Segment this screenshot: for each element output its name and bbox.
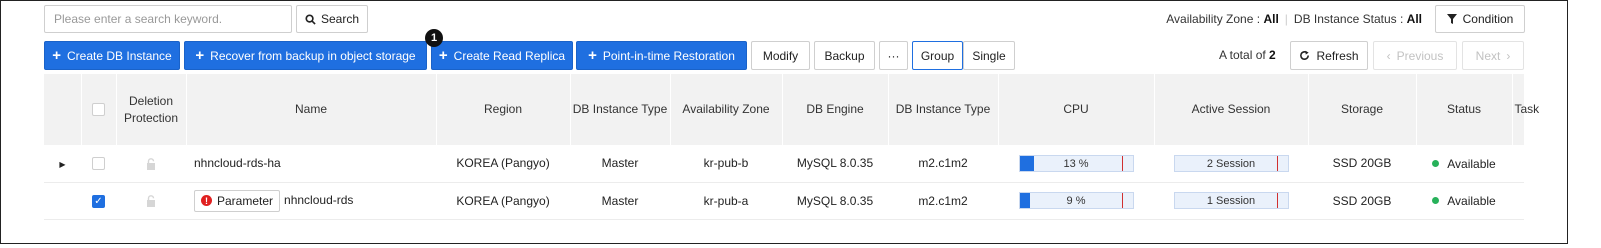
column-header-instance-type[interactable]: DB Instance Type [570,74,671,145]
plus-icon: + [588,47,597,64]
column-header-availability-zone[interactable]: Availability Zone [670,74,783,145]
modify-button[interactable]: Modify [751,41,810,70]
lock-icon [147,195,155,208]
parameter-warning-button[interactable]: ! Parameter [194,189,281,212]
region-cell: KOREA (Pangyo) [436,145,570,183]
callout-badge: 1 [425,29,443,47]
availability-zone-cell: kr-pub-a [670,182,782,220]
status-dot-icon [1432,197,1440,205]
column-header-name[interactable]: Name [186,74,437,145]
availability-zone-cell: kr-pub-b [670,145,782,183]
session-usage-bar: 2 Session [1173,154,1289,172]
column-header-task[interactable]: Task [1512,74,1539,145]
condition-button[interactable]: Condition [1435,5,1525,33]
cpu-usage-label: 13 % [1063,157,1089,170]
db-instance-panel: Please enter a search keyword. Search Av… [0,0,1568,244]
filter-icon [1446,14,1457,24]
region-cell: KOREA (Pangyo) [436,182,570,220]
refresh-button[interactable]: Refresh [1290,41,1368,70]
expand-toggle[interactable]: ▶ [44,145,81,183]
backup-button[interactable]: Backup [814,41,875,70]
search-button-label: Search [320,12,360,26]
filter-summary: Availability Zone : All | DB Instance Stat… [1166,12,1422,26]
group-view-toggle[interactable]: Group [912,41,963,70]
caret-right-icon: ▶ [59,160,66,170]
storage-cell: SSD 20GB [1308,145,1416,183]
row-checkbox[interactable] [92,157,105,171]
table-row[interactable]: ✓ ! Parameter nhncloud-rds KOREA (Pangyo) … [44,182,1524,220]
search-input[interactable]: Please enter a search keyword. [44,5,292,33]
condition-button-label: Condition [1462,12,1514,26]
session-usage-label: 1 Session [1206,195,1256,207]
storage-cell: SSD 20GB [1308,182,1416,220]
search-icon [305,13,316,25]
next-page-button[interactable]: Next › [1462,41,1524,70]
flavor-cell: m2.c1m2 [888,182,998,220]
availability-zone-filter[interactable]: Availability Zone : All [1166,12,1279,26]
status-cell: Available [1416,145,1512,183]
total-count: A total of 2 [1219,48,1276,62]
task-cell [1512,182,1524,220]
instance-type-cell: Master [570,145,670,183]
select-all-cell [81,74,117,145]
flavor-cell: m2.c1m2 [888,145,998,183]
status-filter[interactable]: DB Instance Status : All [1294,12,1422,26]
refresh-icon [1300,50,1310,60]
lock-icon [147,158,155,171]
point-in-time-restoration-button[interactable]: + Point-in-time Restoration [576,41,747,70]
row-checkbox-checked[interactable]: ✓ [92,194,105,208]
column-header-storage[interactable]: Storage [1308,74,1417,145]
name-cell[interactable]: ! Parameter nhncloud-rds [186,182,436,220]
cpu-usage-bar: 9 % [1018,192,1134,209]
row-select-cell: ✓ [81,182,116,220]
row-select-cell [81,145,116,183]
chevron-left-icon: ‹ [1386,48,1391,63]
status-cell: Available [1416,182,1512,220]
cpu-cell: 9 % [998,182,1154,220]
previous-page-button[interactable]: ‹ Previous [1373,41,1457,70]
table-row[interactable]: ▶ nhncloud-rds-ha KOREA (Pangyo) Master … [44,145,1524,183]
column-header-status[interactable]: Status [1416,74,1513,145]
task-cell [1512,145,1524,183]
name-cell[interactable]: nhncloud-rds-ha [186,145,436,183]
db-engine-cell: MySQL 8.0.35 [782,145,888,183]
column-header-region[interactable]: Region [436,74,571,145]
plus-icon: + [195,47,205,64]
status-dot-icon [1432,160,1440,167]
deletion-protection-cell [116,182,186,220]
plus-icon: + [52,47,62,64]
cpu-usage-label: 9 % [1066,195,1086,207]
instance-type-cell: Master [570,182,670,220]
deletion-protection-cell [116,145,186,183]
cpu-usage-bar: 13 % [1018,154,1134,172]
recover-from-backup-button[interactable]: + Recover from backup in object storage [184,41,427,70]
column-header-deletion-protection[interactable]: Deletion Protection [116,74,187,145]
search-button[interactable]: Search [296,5,368,33]
expand-toggle [44,182,81,220]
select-all-checkbox[interactable] [92,103,105,117]
single-view-toggle[interactable]: Single [963,41,1015,70]
expand-column-header [44,74,82,145]
table-header-row: Deletion Protection Name Region DB Insta… [44,74,1539,145]
create-db-instance-button[interactable]: + Create DB Instance [44,41,180,70]
warning-icon: ! [201,195,212,206]
column-header-cpu[interactable]: CPU [998,74,1155,145]
column-header-db-instance-type[interactable]: DB Instance Type [888,74,999,145]
chevron-right-icon: › [1506,48,1511,63]
db-engine-cell: MySQL 8.0.35 [782,182,888,220]
session-usage-label: 2 Session [1206,157,1256,170]
create-read-replica-button[interactable]: + Create Read Replica [431,41,573,70]
db-instance-table: Deletion Protection Name Region DB Insta… [44,74,1539,220]
active-session-cell: 2 Session [1154,145,1308,183]
cpu-cell: 13 % [998,145,1154,183]
plus-icon: + [438,47,448,64]
session-usage-bar: 1 Session [1173,192,1289,209]
column-header-db-engine[interactable]: DB Engine [782,74,889,145]
more-actions-button[interactable]: ··· [879,41,908,70]
column-header-active-session[interactable]: Active Session [1154,74,1309,145]
active-session-cell: 1 Session [1154,182,1308,220]
